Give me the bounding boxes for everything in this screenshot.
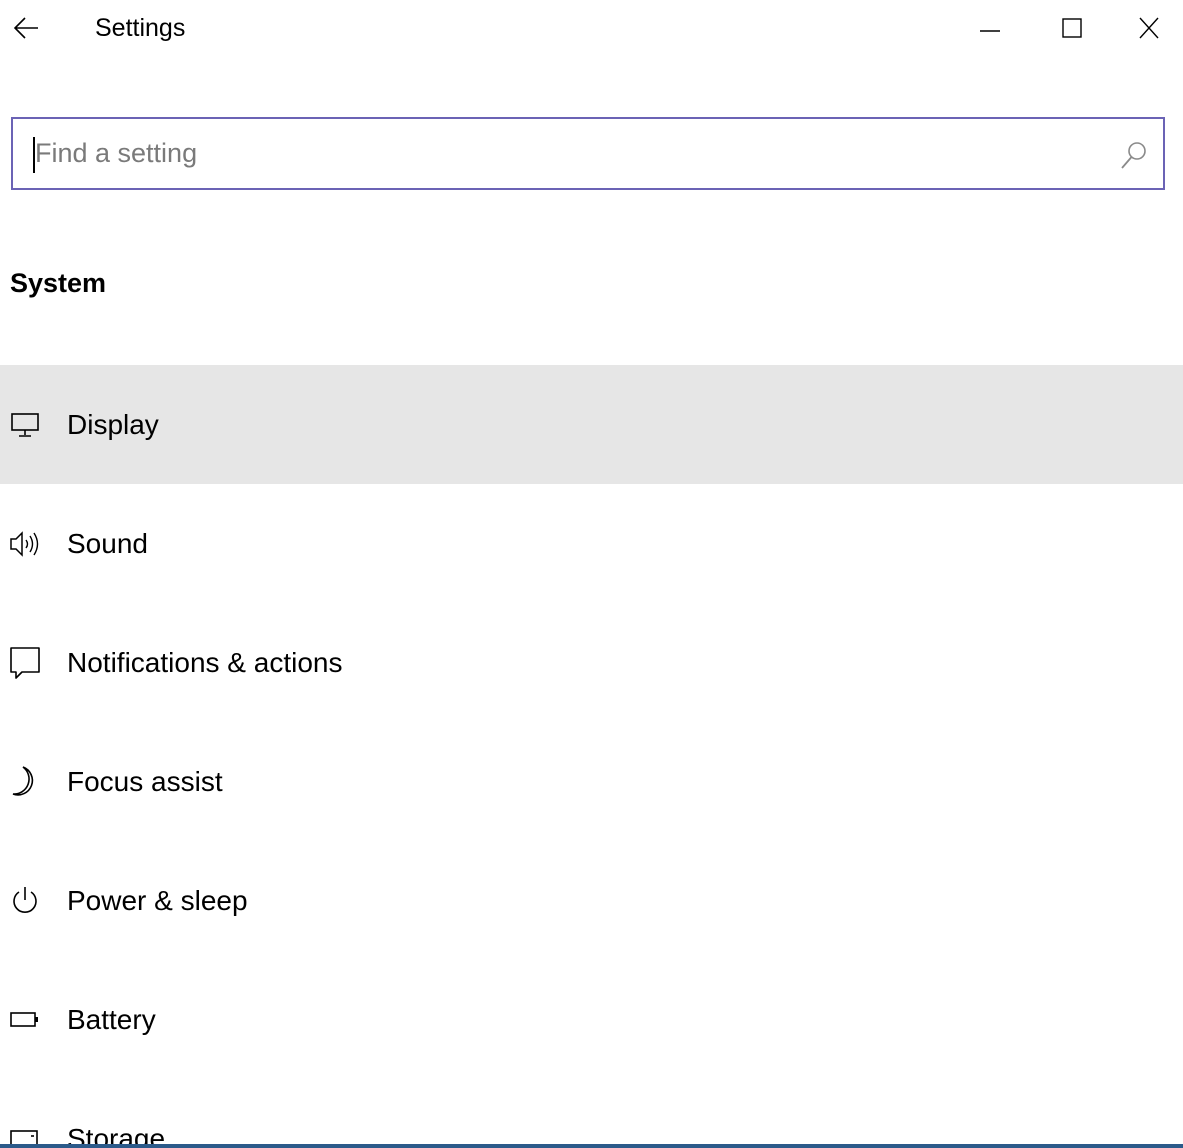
nav-item-battery[interactable]: Battery <box>0 960 1183 1079</box>
monitor-icon <box>8 408 42 442</box>
minimize-icon <box>980 30 1000 32</box>
nav-item-label: Sound <box>67 527 148 559</box>
nav-item-label: Notifications & actions <box>67 646 343 678</box>
nav-item-label: Battery <box>67 1003 156 1035</box>
nav-item-power-sleep[interactable]: Power & sleep <box>0 841 1183 960</box>
nav-item-sound[interactable]: Sound <box>0 484 1183 603</box>
power-icon <box>8 884 42 918</box>
search-box[interactable] <box>11 117 1165 190</box>
nav-item-storage[interactable]: Storage <box>0 1079 1183 1148</box>
maximize-button[interactable] <box>1032 0 1112 56</box>
moon-icon <box>8 765 42 799</box>
notification-icon <box>8 646 42 680</box>
nav-item-label: Power & sleep <box>67 884 248 916</box>
speaker-icon <box>8 527 42 561</box>
nav-item-focus-assist[interactable]: Focus assist <box>0 722 1183 841</box>
close-icon <box>1139 17 1159 39</box>
window-title: Settings <box>95 14 186 42</box>
nav-item-notifications[interactable]: Notifications & actions <box>0 603 1183 722</box>
arrow-left-icon <box>13 17 38 39</box>
minimize-button[interactable] <box>950 0 1030 56</box>
system-nav-list: Display Sound Notifications & actions Fo… <box>0 365 1183 1148</box>
title-bar: Settings <box>0 0 1183 56</box>
nav-item-label: Focus assist <box>67 765 223 797</box>
nav-item-display[interactable]: Display <box>0 365 1183 484</box>
section-title: System <box>10 268 107 298</box>
window-bottom-border <box>0 1144 1183 1148</box>
close-button[interactable] <box>1115 0 1183 56</box>
nav-item-label: Display <box>67 408 159 440</box>
search-icon[interactable] <box>1119 139 1149 171</box>
battery-icon <box>8 1003 42 1037</box>
search-input[interactable] <box>35 119 1115 188</box>
maximize-icon <box>1062 18 1082 38</box>
back-button[interactable] <box>0 0 52 56</box>
settings-window: Settings System <box>0 0 1183 1148</box>
